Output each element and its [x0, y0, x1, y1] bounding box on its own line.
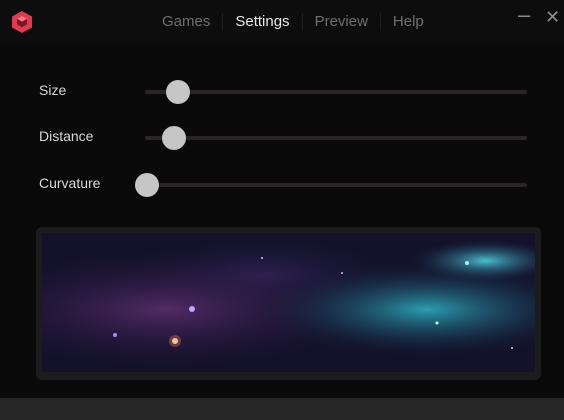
tab-help[interactable]: Help [379, 13, 436, 31]
curvature-slider-track[interactable] [145, 183, 527, 187]
preview-panel [36, 227, 541, 380]
curvature-label: Curvature [39, 175, 101, 191]
tab-preview[interactable]: Preview [301, 13, 380, 31]
nav-tabs: Games Settings Preview Help [150, 0, 436, 44]
tab-games[interactable]: Games [150, 13, 222, 31]
size-setting: Size [0, 76, 564, 106]
tab-settings[interactable]: Settings [222, 13, 301, 31]
size-slider-thumb[interactable] [165, 80, 190, 104]
title-bar: Games Settings Preview Help – ✕ [0, 0, 564, 44]
curvature-slider-thumb[interactable] [135, 173, 159, 197]
distance-setting: Distance [0, 122, 564, 152]
nebula-preview-image [42, 233, 535, 372]
app-window: Games Settings Preview Help – ✕ Size Dis… [0, 0, 564, 420]
size-slider-track[interactable] [145, 90, 527, 94]
cube-logo-icon [10, 10, 34, 34]
distance-label: Distance [39, 128, 94, 144]
size-label: Size [39, 82, 67, 98]
minimize-button[interactable]: – [518, 4, 530, 26]
close-button[interactable]: ✕ [545, 8, 560, 26]
status-bar [0, 398, 564, 420]
distance-slider-thumb[interactable] [161, 126, 186, 150]
curvature-setting: Curvature [0, 169, 564, 199]
distance-slider-track[interactable] [145, 136, 527, 140]
